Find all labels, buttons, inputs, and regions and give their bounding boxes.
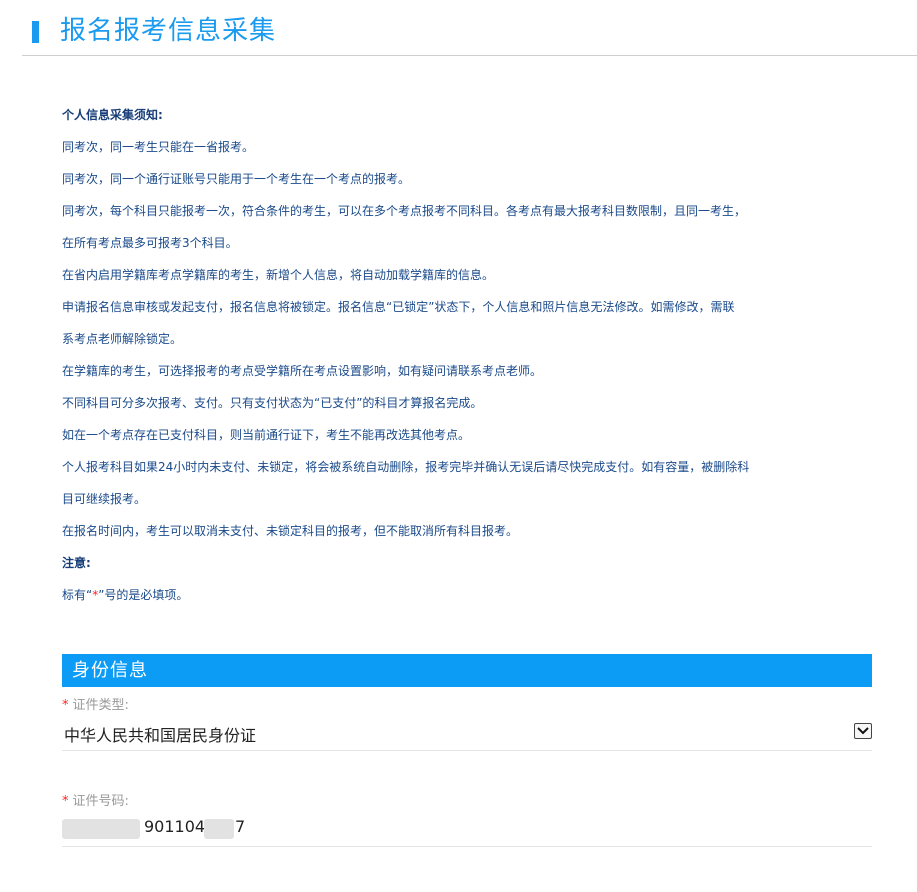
required-star: * [62,698,69,713]
notice-line: 如在一个考点存在已支付科目，则当前通行证下，考生不能再改选其他考点。 [62,428,471,442]
notice-line: 申请报名信息审核或发起支付，报名信息将被锁定。报名信息“已锁定”状态下，个人信息… [62,300,735,314]
notice-line: 目可继续报考。 [62,492,147,506]
required-star: * [62,794,69,809]
chevron-down-icon[interactable] [854,723,872,739]
page-title: 报名报考信息采集 [60,16,277,46]
id-number-visible-part: 901104 [144,817,206,836]
id-type-label: * 证件类型: [62,694,129,713]
notice-block: 个人信息采集须知: 同考次，同一考生只能在一省报考。 同考次，同一个通行证账号只… [62,103,882,615]
notice-line: 同考次，同一个通行证账号只能用于一个考生在一个考点的报考。 [62,172,411,186]
id-type-select[interactable]: 中华人民共和国居民身份证 [62,718,872,751]
id-type-label-text: 证件类型: [72,698,129,713]
required-hint: 标有“*”号的是必填项。 [62,583,882,615]
notice-line: 不同科目可分多次报考、支付。只有支付状态为“已支付”的科目才算报名完成。 [62,396,483,410]
notice-line: 在报名时间内，考生可以取消未支付、未锁定科目的报考，但不能取消所有科目报考。 [62,524,519,538]
notice-line: 在所有考点最多可报考3个科目。 [62,236,238,250]
notice-line: 系考点老师解除锁定。 [62,332,183,346]
notice-line: 同考次，同一考生只能在一省报考。 [62,140,255,154]
notice-line: 同考次，每个科目只能报考一次，符合条件的考生，可以在多个考点报考不同科目。各考点… [62,204,747,218]
id-number-input[interactable]: 901104 7 [62,812,872,847]
redacted-block [62,819,140,839]
notice-heading: 个人信息采集须知: [62,108,163,122]
id-type-selected-value: 中华人民共和国居民身份证 [64,726,257,745]
identity-section-header: 身份信息 [62,654,872,687]
id-number-visible-end: 7 [235,817,246,836]
page-header: 报名报考信息采集 [22,0,917,56]
id-number-label-text: 证件号码: [72,794,129,809]
note-heading: 注意: [62,556,91,570]
required-hint-prefix: 标有“ [62,588,93,602]
id-number-label: * 证件号码: [62,790,129,809]
notice-line: 在学籍库的考生，可选择报考的考点受学籍所在考点设置影响，如有疑问请联系考点老师。 [62,364,543,378]
required-hint-suffix: ”号的是必填项。 [98,588,189,602]
title-accent-bar [32,21,39,43]
identity-section-title: 身份信息 [72,660,148,681]
notice-line: 在省内启用学籍库考点学籍库的考生，新增个人信息，将自动加载学籍库的信息。 [62,268,495,282]
redacted-block [204,819,234,839]
notice-line: 个人报考科目如果24小时内未支付、未锁定，将会被系统自动删除，报考完毕并确认无误… [62,460,750,474]
